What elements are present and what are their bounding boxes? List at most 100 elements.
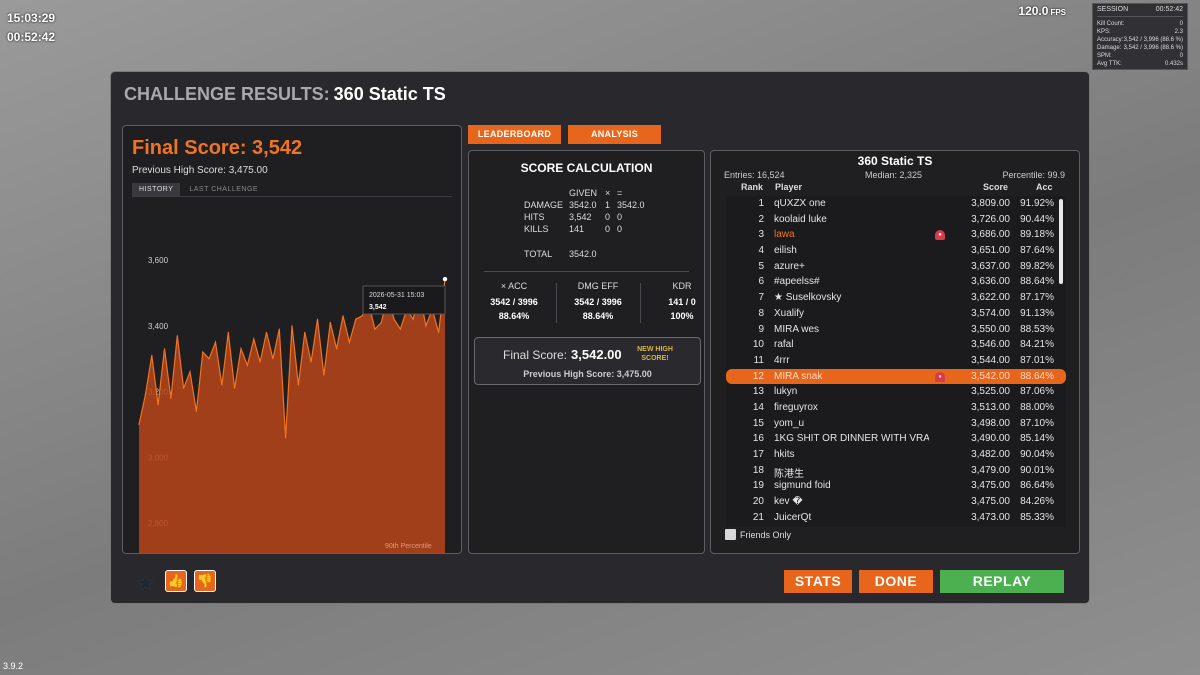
leaderboard-row[interactable]: 5 azure+ 3,637.00 89.82%: [726, 259, 1066, 275]
friends-only-toggle[interactable]: Friends Only: [725, 529, 791, 540]
row-player[interactable]: eilish: [774, 245, 929, 256]
leaderboard-row[interactable]: 13 lukyn 3,525.00 87.06%: [726, 384, 1066, 400]
tab-history[interactable]: HISTORY: [132, 183, 181, 197]
friends-only-checkbox[interactable]: [725, 529, 736, 540]
history-point[interactable]: [144, 394, 146, 396]
history-point[interactable]: [278, 328, 280, 330]
leaderboard-row[interactable]: 16 1KG SHIT OR DINNER WITH VRAIC 3,490.00 8…: [726, 431, 1066, 447]
history-point[interactable]: [412, 318, 414, 320]
history-point[interactable]: [234, 387, 236, 389]
history-point[interactable]: [176, 335, 178, 337]
leaderboard-row[interactable]: 11 4rrr 3,544.00 87.01%: [726, 353, 1066, 369]
history-point[interactable]: [246, 364, 248, 366]
history-point[interactable]: [265, 331, 268, 333]
history-point[interactable]: [163, 348, 166, 350]
history-point[interactable]: [393, 318, 395, 320]
row-player[interactable]: #apeelss#: [774, 276, 929, 287]
history-point[interactable]: [183, 387, 185, 389]
row-player[interactable]: 4rrr: [774, 355, 929, 366]
leaderboard-row[interactable]: 20 kev � 3,475.00 84.26%: [726, 494, 1066, 510]
leaderboard-row[interactable]: 7 ★ Suselkovsky 3,622.00 87.17%: [726, 290, 1066, 306]
row-player[interactable]: ★ Suselkovsky: [774, 292, 929, 303]
history-point[interactable]: [272, 358, 274, 360]
leaderboard-row-current-player[interactable]: 12 MIRA snak ● 3,542.00 88.64%: [726, 368, 1066, 385]
row-player[interactable]: azure+: [774, 261, 929, 272]
row-player[interactable]: yom_u: [774, 418, 929, 429]
history-point[interactable]: [170, 397, 172, 399]
tab-analysis[interactable]: ANALYSIS: [568, 125, 661, 144]
history-point[interactable]: [310, 361, 312, 363]
history-point[interactable]: [214, 341, 217, 343]
history-point[interactable]: [189, 371, 191, 373]
row-player[interactable]: fireguyrox: [774, 402, 929, 413]
header-player[interactable]: Player: [775, 182, 802, 192]
history-point[interactable]: [151, 354, 153, 356]
thumbs-down-icon[interactable]: 👎: [194, 570, 216, 592]
row-player[interactable]: MIRA wes: [774, 324, 929, 335]
leaderboard-row[interactable]: 14 fireguyrox 3,513.00 88.00%: [726, 400, 1066, 416]
history-point[interactable]: [438, 331, 440, 333]
history-point[interactable]: [380, 321, 382, 324]
latest-score-point[interactable]: [442, 276, 448, 282]
row-player[interactable]: kev �: [774, 496, 929, 507]
leaderboard-row[interactable]: 10 rafal 3,546.00 84.21%: [726, 337, 1066, 353]
tab-last-challenge[interactable]: LAST CHALLENGE: [182, 183, 265, 197]
history-point[interactable]: [348, 341, 350, 343]
history-point[interactable]: [355, 318, 357, 320]
history-point[interactable]: [425, 325, 427, 327]
history-point[interactable]: [374, 328, 376, 330]
history-point[interactable]: [361, 315, 363, 317]
row-player[interactable]: rafal: [774, 339, 929, 350]
history-point[interactable]: [208, 358, 210, 360]
history-point[interactable]: [202, 351, 204, 353]
leaderboard-row[interactable]: 17 hkits 3,482.00 90.04%: [726, 447, 1066, 463]
row-player[interactable]: 1KG SHIT OR DINNER WITH VRAIC: [774, 433, 929, 444]
row-player[interactable]: qUXZX one: [774, 198, 929, 209]
row-player[interactable]: lukyn: [774, 386, 929, 397]
history-point[interactable]: [195, 410, 197, 412]
thumbs-up-icon[interactable]: 👍: [165, 570, 187, 592]
leaderboard-row[interactable]: 2 koolaid luke 3,726.00 90.44%: [726, 212, 1066, 228]
row-player[interactable]: hkits: [774, 449, 929, 460]
row-player[interactable]: lawa: [774, 229, 929, 240]
history-point[interactable]: [329, 321, 331, 324]
leaderboard-row[interactable]: 3 lawa ● 3,686.00 89.18%: [726, 227, 1066, 243]
history-point[interactable]: [342, 315, 344, 317]
history-point[interactable]: [297, 384, 299, 386]
history-point[interactable]: [304, 331, 306, 333]
history-point[interactable]: [291, 325, 293, 327]
row-player[interactable]: JuicerQt: [774, 512, 929, 523]
star-icon[interactable]: ★: [136, 571, 155, 596]
leaderboard-scrollbar[interactable]: [1059, 199, 1063, 284]
leaderboard-row[interactable]: 19 sigmund foid 3,475.00 86.64%: [726, 478, 1066, 494]
leaderboard-row[interactable]: 15 yom_u 3,498.00 87.10%: [726, 416, 1066, 432]
history-point[interactable]: [240, 348, 242, 350]
history-point[interactable]: [157, 404, 159, 406]
row-player[interactable]: sigmund foid: [774, 480, 929, 491]
history-point[interactable]: [285, 437, 287, 439]
leaderboard-row[interactable]: 6 #apeelss# 3,636.00 88.64%: [726, 274, 1066, 290]
leaderboard-row[interactable]: 18 陈港生 3,479.00 90.01%: [726, 463, 1066, 480]
history-point[interactable]: [336, 348, 338, 350]
row-player[interactable]: MIRA snak: [774, 371, 929, 382]
history-point[interactable]: [221, 384, 223, 386]
leaderboard-row[interactable]: 21 JuicerQt 3,473.00 85.33%: [726, 510, 1066, 526]
leaderboard-row[interactable]: 1 qUXZX one 3,809.00 91.92%: [726, 196, 1066, 212]
history-point[interactable]: [399, 328, 401, 330]
leaderboard-row[interactable]: 8 Xualify 3,574.00 91.13%: [726, 306, 1066, 322]
history-point[interactable]: [138, 423, 140, 426]
history-point[interactable]: [227, 331, 229, 333]
stats-button[interactable]: STATS: [784, 570, 852, 593]
history-point[interactable]: [253, 338, 255, 340]
leaderboard-row[interactable]: 4 eilish 3,651.00 87.64%: [726, 243, 1066, 259]
leaderboard-row[interactable]: 9 MIRA wes 3,550.00 88.53%: [726, 322, 1066, 338]
replay-button[interactable]: REPLAY: [940, 570, 1064, 593]
header-acc[interactable]: Acc: [1036, 182, 1053, 192]
done-button[interactable]: DONE: [859, 570, 933, 593]
header-rank[interactable]: Rank: [741, 182, 763, 192]
history-point[interactable]: [323, 374, 325, 376]
row-player[interactable]: Xualify: [774, 308, 929, 319]
tab-leaderboard[interactable]: LEADERBOARD: [468, 125, 561, 144]
header-score[interactable]: Score: [983, 182, 1008, 192]
history-point[interactable]: [259, 361, 261, 363]
